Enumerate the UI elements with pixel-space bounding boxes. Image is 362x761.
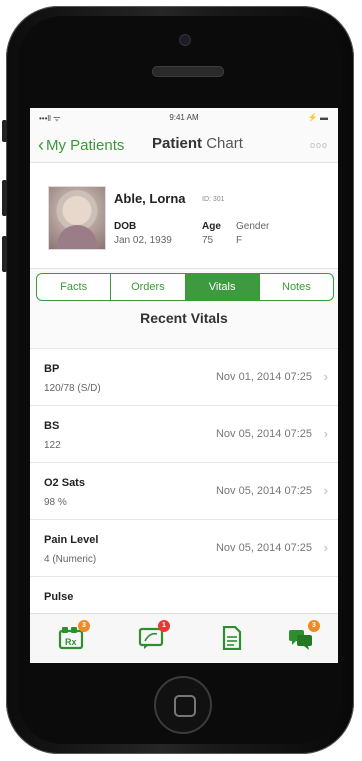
vital-date: Nov 01, 2014 07:25: [215, 371, 312, 383]
chat-icon[interactable]: 1: [138, 620, 170, 650]
rx-badge: 3: [78, 620, 90, 632]
rx-icon[interactable]: Rx 3: [58, 620, 90, 650]
navigation-bar: ‹ My Patients Patient Chart ooo: [30, 128, 338, 163]
vital-value: 120/78 (S/D): [44, 383, 101, 394]
vital-value: 122: [44, 440, 61, 451]
chat-badge: 1: [158, 620, 170, 632]
patient-photo: [48, 186, 106, 250]
chevron-right-icon: ›: [323, 426, 328, 441]
home-button[interactable]: [154, 676, 212, 734]
app-screen: •••ll ᯤ 9:41 AM ⚡ ▬ ‹ My Patients Patient…: [30, 108, 338, 663]
list-item[interactable]: BS 122 Nov 05, 2014 07:25 ›: [30, 405, 338, 462]
back-label: My Patients: [46, 137, 125, 154]
front-camera: [179, 34, 191, 46]
status-bar: •••ll ᯤ 9:41 AM ⚡ ▬: [30, 108, 338, 128]
page-title-bold: Patient: [152, 135, 203, 152]
chart-tabs: Facts Orders Vitals Notes: [36, 273, 334, 301]
back-button[interactable]: ‹ My Patients: [38, 135, 124, 156]
list-item[interactable]: Pain Level 4 (Numeric) Nov 05, 2014 07:2…: [30, 519, 338, 576]
more-options-button[interactable]: ooo: [310, 140, 328, 150]
volume-down-button: [2, 236, 7, 272]
battery-indicator: ⚡ ▬: [307, 113, 328, 122]
document-icon[interactable]: [218, 625, 244, 651]
patient-header: Able, Lorna ID: 301 DOB Jan 02, 1939 Age…: [30, 163, 338, 269]
patient-photo-body: [57, 225, 97, 249]
vital-value: 98 %: [44, 497, 67, 508]
home-square-icon: [174, 695, 196, 717]
mute-switch: [2, 120, 7, 142]
gender-value: F: [236, 235, 243, 246]
chevron-right-icon: ›: [323, 540, 328, 555]
vitals-list: BP 120/78 (S/D) Nov 01, 2014 07:25 › BS …: [30, 348, 338, 633]
messages-icon[interactable]: 3: [288, 620, 320, 650]
list-item[interactable]: BP 120/78 (S/D) Nov 01, 2014 07:25 ›: [30, 348, 338, 405]
tab-notes[interactable]: Notes: [260, 274, 333, 300]
age-value: 75: [202, 235, 214, 246]
vital-name: BP: [44, 363, 60, 375]
vital-name: O2 Sats: [44, 477, 85, 489]
tab-facts[interactable]: Facts: [37, 274, 112, 300]
tab-vitals[interactable]: Vitals: [185, 274, 260, 300]
patient-id: ID: 301: [202, 196, 225, 203]
dob-label: DOB: [114, 221, 137, 232]
tab-orders[interactable]: Orders: [111, 274, 186, 300]
section-title: Recent Vitals: [140, 310, 228, 326]
messages-badge: 3: [308, 620, 320, 632]
dob-value: Jan 02, 1939: [114, 235, 172, 246]
vital-name: Pulse: [44, 591, 74, 603]
bottom-tab-bar: Rx 3 1 3: [30, 613, 338, 663]
chevron-right-icon: ›: [323, 483, 328, 498]
page-title: Patient Chart: [152, 135, 243, 152]
vital-name: Pain Level: [44, 534, 99, 546]
earpiece-speaker: [152, 66, 224, 77]
age-label: Age: [202, 221, 221, 232]
status-time: 9:41 AM: [169, 113, 199, 122]
page-title-light: Chart: [206, 135, 243, 152]
vital-value: 4 (Numeric): [44, 554, 97, 565]
vital-date: Nov 05, 2014 07:25: [215, 428, 312, 440]
vital-name: BS: [44, 420, 60, 432]
list-item[interactable]: O2 Sats 98 % Nov 05, 2014 07:25 ›: [30, 462, 338, 519]
vital-date: Nov 05, 2014 07:25: [215, 485, 312, 497]
svg-text:Rx: Rx: [65, 637, 77, 647]
vital-date: Nov 05, 2014 07:25: [215, 542, 312, 554]
patient-name: Able, Lorna: [114, 191, 186, 206]
volume-up-button: [2, 180, 7, 216]
chevron-left-icon: ‹: [38, 135, 44, 155]
chevron-right-icon: ›: [323, 369, 328, 384]
gender-label: Gender: [236, 221, 270, 232]
